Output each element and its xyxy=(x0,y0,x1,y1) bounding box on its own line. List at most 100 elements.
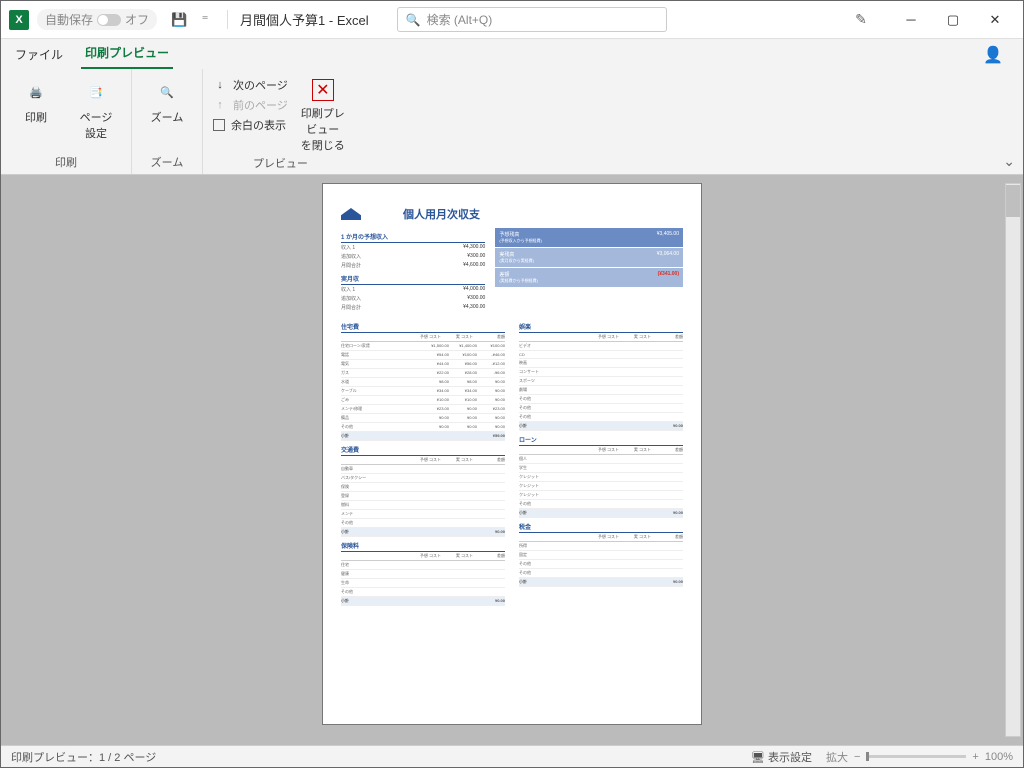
table-row: ビデオ xyxy=(519,342,683,351)
table-row: ガス¥22.00¥28.00-¥6.00 xyxy=(341,369,505,378)
ribbon-tabs: ファイル 印刷プレビュー 👤 xyxy=(1,39,1023,69)
table-row: 所得 xyxy=(519,542,683,551)
tab-file[interactable]: ファイル xyxy=(11,40,67,69)
ribbon-group-preview: ↓ 次のページ ↑ 前のページ 余白の表示 ✕ 印刷プレビュー を閉じる プレビ… xyxy=(203,69,358,174)
table-row: 映画 xyxy=(519,359,683,368)
page-setup-icon: 📑 xyxy=(83,79,109,105)
table-row: 水道¥8.00¥8.00¥0.00 xyxy=(341,378,505,387)
close-x-icon: ✕ xyxy=(312,79,334,101)
table-row: コンサート xyxy=(519,368,683,377)
category-title: 保険料 xyxy=(341,541,505,552)
house-icon xyxy=(341,208,361,220)
table-row: 電気¥44.00¥56.00-¥12.00 xyxy=(341,360,505,369)
kv-row: 追加収入¥300.00 xyxy=(341,294,485,303)
collapse-ribbon-icon[interactable]: ⌄ xyxy=(1003,153,1015,170)
group-label-zoom: ズーム xyxy=(142,152,192,172)
display-settings[interactable]: 🖥 表示設定 xyxy=(751,749,812,765)
table-row: その他 xyxy=(519,404,683,413)
table-row: 劇場 xyxy=(519,386,683,395)
scroll-thumb[interactable] xyxy=(1006,185,1020,217)
category-title: 交通費 xyxy=(341,445,505,456)
table-row: クレジット xyxy=(519,491,683,500)
pen-icon[interactable]: ✎ xyxy=(845,5,877,35)
table-row: クレジット xyxy=(519,482,683,491)
autosave-state: オフ xyxy=(125,11,149,28)
table-row: 健康 xyxy=(341,570,505,579)
maximize-button[interactable]: ▢ xyxy=(933,5,973,35)
zoom-button[interactable]: 🔍 ズーム xyxy=(142,75,192,125)
zoom-minus[interactable]: − xyxy=(854,751,860,763)
preview-page: 個人用月次収支 1 か月の予想収入 収入 1¥4,300.00追加収入¥300.… xyxy=(322,183,702,725)
table-row: 学生 xyxy=(519,464,683,473)
quick-access-toolbar: 💾 ⁼ xyxy=(165,12,219,28)
summary-row: 実残高(実月収から実経費)¥3,064.00 xyxy=(495,248,683,267)
titlebar: X 自動保存 オフ 💾 ⁼ 月間個人予算1 - Excel 🔍 検索 (Alt+… xyxy=(1,1,1023,39)
preview-area: 個人用月次収支 1 か月の予想収入 収入 1¥4,300.00追加収入¥300.… xyxy=(1,175,1023,745)
category-title: 税金 xyxy=(519,522,683,533)
table-total: 小計¥0.00 xyxy=(519,509,683,518)
page-indicator: 印刷プレビュー：1 / 2 ページ xyxy=(11,749,156,765)
checkbox-icon xyxy=(213,119,225,131)
table-total: 小計¥0.00 xyxy=(341,597,505,606)
print-button[interactable]: 🖨️ 印刷 xyxy=(11,75,61,125)
magnifier-icon: 🔍 xyxy=(154,79,180,105)
group-label-print: 印刷 xyxy=(11,152,121,172)
save-icon[interactable]: 💾 xyxy=(171,12,187,28)
close-preview-button[interactable]: ✕ 印刷プレビュー を閉じる xyxy=(298,75,348,153)
table-row: その他 xyxy=(519,500,683,509)
zoom-percent: 100% xyxy=(985,751,1013,763)
summary-row: 予想残高(予想収入から予想経費)¥3,405.00 xyxy=(495,228,683,247)
share-icon[interactable]: 👤 xyxy=(973,41,1013,69)
table-row: CD xyxy=(519,351,683,359)
income-title: 1 か月の予想収入 xyxy=(341,232,485,243)
table-row: クレジット xyxy=(519,473,683,482)
tab-print-preview[interactable]: 印刷プレビュー xyxy=(81,38,173,69)
table-row: 保険 xyxy=(341,483,505,492)
table-row: 住宅ローン/家賃¥1,500.00¥1,400.00¥100.00 xyxy=(341,342,505,351)
table-row: メンテ/修理¥23.00¥0.00¥23.00 xyxy=(341,405,505,414)
zoom-slider[interactable] xyxy=(866,755,966,758)
zoom-control[interactable]: 拡大 − + 100% xyxy=(826,749,1013,765)
kv-row: 月間合計¥4,600.00 xyxy=(341,261,485,270)
next-page-button[interactable]: ↓ 次のページ xyxy=(213,77,288,93)
table-row: 住宅 xyxy=(341,561,505,570)
zoom-plus[interactable]: + xyxy=(972,751,978,763)
close-button[interactable]: ✕ xyxy=(975,5,1015,35)
table-row: 生命 xyxy=(341,579,505,588)
table-row: 備品¥0.00¥0.00¥0.00 xyxy=(341,414,505,423)
prev-page-button: ↑ 前のページ xyxy=(213,97,288,113)
group-label-preview: プレビュー xyxy=(213,153,348,173)
kv-row: 月間合計¥4,300.00 xyxy=(341,303,485,312)
table-row: 登録 xyxy=(341,492,505,501)
window-title: 月間個人予算1 - Excel xyxy=(227,10,381,29)
table-total: 小計¥0.00 xyxy=(341,528,505,537)
page-setup-button[interactable]: 📑 ページ 設定 xyxy=(71,75,121,141)
table-row: 個人 xyxy=(519,455,683,464)
table-row: その他 xyxy=(519,395,683,404)
minimize-button[interactable]: ─ xyxy=(891,5,931,35)
category-title: 住宅費 xyxy=(341,322,505,333)
table-row: ごみ¥10.00¥10.00¥0.00 xyxy=(341,396,505,405)
autosave-toggle[interactable]: 自動保存 オフ xyxy=(37,9,157,30)
vertical-scrollbar[interactable] xyxy=(1005,183,1021,737)
qat-dropdown-icon[interactable]: ⁼ xyxy=(197,12,213,28)
zoom-label: 拡大 xyxy=(826,749,848,765)
statusbar: 印刷プレビュー：1 / 2 ページ 🖥 表示設定 拡大 − + 100% xyxy=(1,745,1023,767)
ribbon: 🖨️ 印刷 📑 ページ 設定 印刷 🔍 ズーム ズーム ↓ 次のページ xyxy=(1,69,1023,175)
ribbon-group-print: 🖨️ 印刷 📑 ページ 設定 印刷 xyxy=(1,69,132,174)
category-title: ローン xyxy=(519,435,683,446)
show-margins-checkbox[interactable]: 余白の表示 xyxy=(213,117,288,133)
sheet-title: 個人用月次収支 xyxy=(403,206,480,222)
table-row: その他 xyxy=(341,519,505,528)
autosave-label: 自動保存 xyxy=(45,11,93,28)
arrow-down-icon: ↓ xyxy=(213,78,227,92)
table-row: その他 xyxy=(341,588,505,597)
printer-icon: 🖨️ xyxy=(23,79,49,105)
table-row: その他 xyxy=(519,569,683,578)
table-row: バス/タクシー xyxy=(341,474,505,483)
table-row: その他¥0.00¥0.00¥0.00 xyxy=(341,423,505,432)
toggle-switch-icon xyxy=(97,14,121,26)
table-row: ケーブル¥34.00¥34.00¥0.00 xyxy=(341,387,505,396)
search-box[interactable]: 🔍 検索 (Alt+Q) xyxy=(397,7,667,32)
table-total: 小計¥0.00 xyxy=(519,422,683,431)
